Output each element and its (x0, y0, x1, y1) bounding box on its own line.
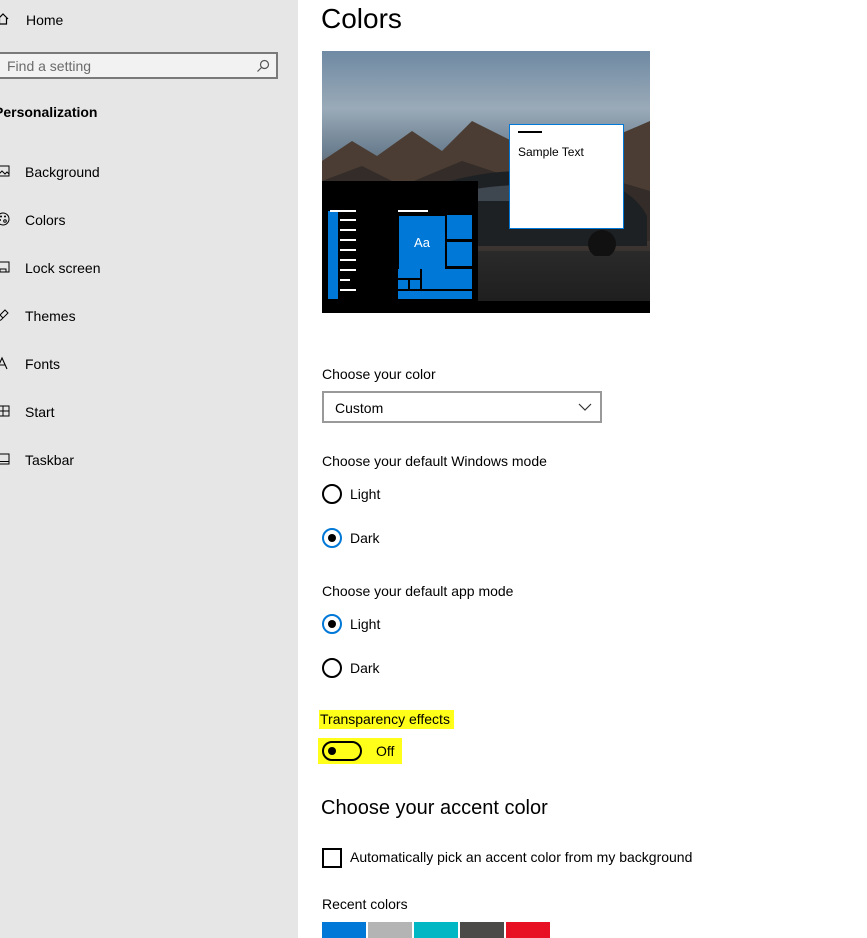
sidebar-item-label: Lock screen (25, 260, 101, 276)
sidebar-item-background[interactable]: Background (0, 160, 290, 184)
windows-mode-label: Choose your default Windows mode (322, 453, 547, 469)
tile-aa: Aa (399, 216, 445, 269)
sidebar-item-lock-screen[interactable]: Lock screen (0, 256, 290, 280)
recent-color-swatch[interactable] (322, 922, 366, 938)
app-mode-light-radio[interactable]: Light (322, 614, 522, 636)
search-input[interactable] (0, 54, 247, 77)
sidebar-item-label: Start (25, 404, 55, 420)
radio-circle-selected[interactable] (322, 528, 342, 548)
radio-label: Dark (350, 530, 380, 546)
tile (398, 291, 472, 299)
radio-circle[interactable] (322, 484, 342, 504)
menu-line (340, 289, 356, 291)
recent-color-swatch[interactable] (414, 922, 458, 938)
palette-icon (0, 212, 10, 226)
menu-line (340, 239, 356, 241)
sample-text: Sample Text (518, 145, 584, 159)
sidebar-item-themes[interactable]: Themes (0, 304, 290, 328)
tile (398, 269, 420, 278)
home-icon (0, 13, 9, 25)
recent-color-swatch[interactable] (506, 922, 550, 938)
radio-label: Dark (350, 660, 380, 676)
taskbar-preview (322, 301, 650, 313)
tile (422, 269, 472, 289)
recent-colors-label: Recent colors (322, 896, 408, 912)
theme-preview: Aa Sample Text (322, 51, 650, 313)
main-content: Colors Aa Sample Text Choose your color … (298, 0, 867, 938)
sidebar-item-start[interactable]: Start (0, 400, 290, 424)
picture-icon (0, 165, 10, 177)
menu-line (340, 249, 356, 251)
sidebar-item-taskbar[interactable]: Taskbar (0, 448, 290, 472)
sidebar: Home Personalization Background Colors L… (0, 0, 298, 938)
section-title-personalization: Personalization (0, 104, 98, 120)
recent-color-swatch[interactable] (460, 922, 504, 938)
taskbar-icon (0, 453, 10, 465)
radio-label: Light (350, 616, 381, 632)
radio-label: Light (350, 486, 381, 502)
sample-window: Sample Text (509, 124, 624, 229)
sidebar-item-label: Themes (25, 308, 76, 324)
accent-color-heading: Choose your accent color (321, 797, 548, 819)
tile (447, 242, 472, 266)
recent-color-swatch[interactable] (368, 922, 412, 938)
tile (398, 280, 408, 289)
tile (447, 215, 472, 239)
font-icon (0, 356, 8, 370)
menu-line (330, 210, 356, 212)
windows-mode-dark-radio[interactable]: Dark (322, 528, 522, 550)
chevron-down-icon (578, 403, 592, 411)
lock-screen-icon (0, 261, 10, 273)
radio-circle[interactable] (322, 658, 342, 678)
auto-accent-label: Automatically pick an accent color from … (350, 849, 693, 865)
dropdown-value: Custom (335, 400, 384, 416)
auto-accent-checkbox[interactable] (322, 848, 342, 868)
toggle-switch[interactable] (322, 741, 362, 761)
sidebar-item-label: Colors (25, 212, 66, 228)
sidebar-item-label: Fonts (25, 356, 61, 372)
menu-line (340, 219, 356, 221)
start-icon (0, 405, 10, 417)
transparency-effects-label: Transparency effects (319, 710, 454, 729)
sidebar-item-fonts[interactable]: Fonts (0, 352, 290, 376)
app-mode-dark-radio[interactable]: Dark (322, 658, 522, 680)
toggle-state: Off (376, 743, 395, 759)
home-label: Home (26, 12, 64, 28)
sidebar-item-label: Background (25, 164, 100, 180)
sample-window-titlebar (518, 131, 542, 133)
menu-line (340, 269, 356, 271)
brush-icon (0, 309, 9, 321)
search-icon[interactable] (256, 59, 270, 73)
radio-circle-selected[interactable] (322, 614, 342, 634)
windows-mode-light-radio[interactable]: Light (322, 484, 522, 506)
tile (410, 280, 420, 289)
page-title: Colors (321, 3, 402, 34)
transparency-toggle[interactable]: Off (318, 738, 402, 764)
menu-line (398, 210, 428, 212)
menu-line (340, 229, 356, 231)
menu-line (340, 259, 356, 261)
tile-strip (328, 211, 338, 299)
choose-color-label: Choose your color (322, 366, 436, 382)
toggle-knob (328, 747, 336, 755)
app-mode-label: Choose your default app mode (322, 583, 514, 599)
sidebar-item-colors[interactable]: Colors (0, 208, 290, 232)
search-box[interactable] (0, 52, 278, 79)
choose-color-dropdown[interactable]: Custom (322, 391, 602, 423)
menu-line (340, 279, 350, 281)
sidebar-item-label: Taskbar (25, 452, 75, 468)
